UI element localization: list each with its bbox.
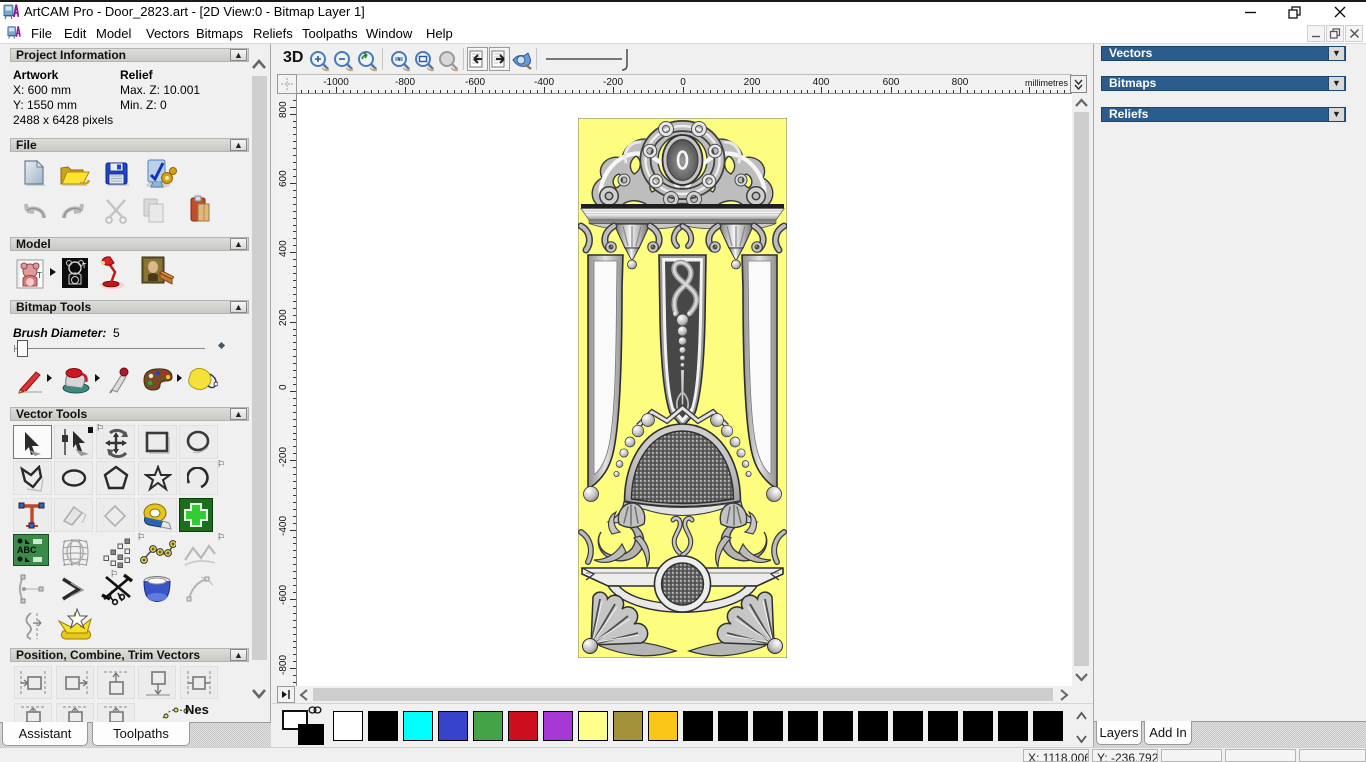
svg-text:ABC: ABC: [17, 545, 37, 555]
svg-text:T: T: [82, 263, 87, 270]
svg-text:T: T: [37, 271, 42, 280]
